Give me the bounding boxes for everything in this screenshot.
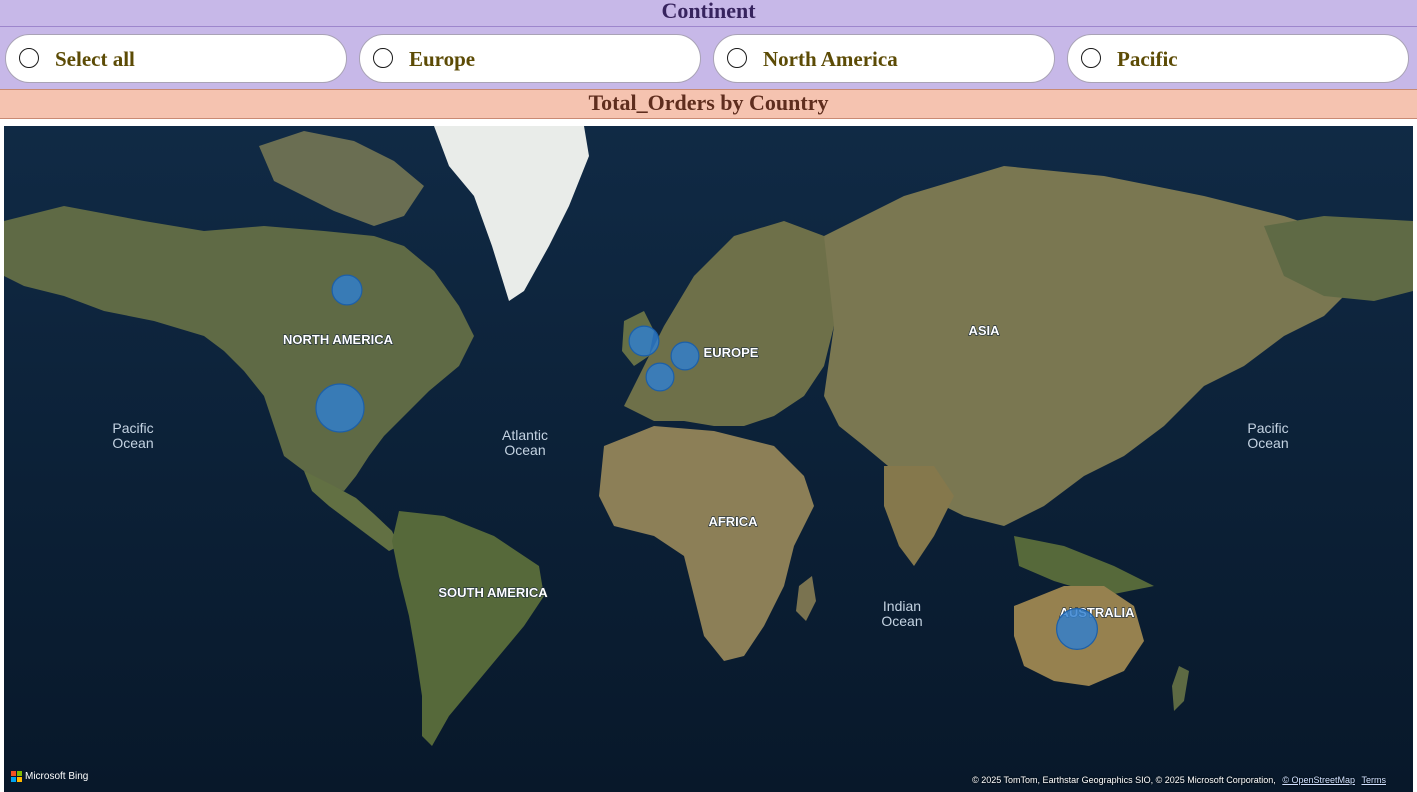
openstreetmap-link[interactable]: © OpenStreetMap (1282, 775, 1355, 785)
continent-slicer: Continent Select all Europe North Americ… (0, 0, 1417, 89)
microsoft-logo-icon (11, 770, 22, 782)
terms-link[interactable]: Terms (1362, 775, 1387, 785)
logo-text: Microsoft Bing (25, 770, 89, 782)
slicer-option-pacific[interactable]: Pacific (1067, 34, 1409, 83)
ocean-label-pacific-west: Pacific (112, 420, 153, 436)
ocean-label-atlantic: Atlantic (502, 427, 548, 443)
slicer-option-label: Europe (409, 47, 476, 71)
ocean-label-pacific-east-2: Ocean (1247, 435, 1288, 451)
region-label-europe: EUROPE (704, 345, 759, 360)
slicer-title: Continent (0, 0, 1417, 27)
region-label-north-america: NORTH AMERICA (283, 332, 394, 347)
ocean-label-indian-2: Ocean (881, 613, 922, 629)
attribution-text: © 2025 TomTom, Earthstar Geographics SIO… (972, 775, 1276, 785)
world-map[interactable]: NORTH AMERICA EUROPE ASIA AFRICA SOUTH A… (4, 126, 1413, 792)
map-visual-title: Total_Orders by Country (0, 89, 1417, 119)
slicer-option-label: Pacific (1117, 47, 1178, 71)
radio-icon[interactable] (727, 48, 747, 68)
germany-bubble[interactable] (670, 341, 700, 371)
france-bubble[interactable] (645, 362, 675, 392)
ocean-label-pacific-west-2: Ocean (112, 435, 153, 451)
united-kingdom-bubble[interactable] (628, 325, 660, 357)
canada-bubble[interactable] (331, 274, 363, 306)
united-states-bubble[interactable] (315, 383, 365, 433)
radio-icon[interactable] (373, 48, 393, 68)
ocean-label-indian: Indian (883, 598, 921, 614)
ocean-label-atlantic-2: Ocean (504, 442, 545, 458)
slicer-option-select-all[interactable]: Select all (5, 34, 347, 83)
radio-icon[interactable] (19, 48, 39, 68)
slicer-option-north-america[interactable]: North America (713, 34, 1055, 83)
australia-bubble[interactable] (1055, 608, 1098, 651)
microsoft-bing-logo: Microsoft Bing (11, 770, 88, 782)
map-canvas[interactable]: NORTH AMERICA EUROPE ASIA AFRICA SOUTH A… (4, 126, 1413, 792)
radio-icon[interactable] (1081, 48, 1101, 68)
region-label-south-america: SOUTH AMERICA (438, 585, 548, 600)
region-label-asia: ASIA (968, 323, 1000, 338)
region-label-africa: AFRICA (708, 514, 758, 529)
slicer-option-europe[interactable]: Europe (359, 34, 701, 83)
slicer-option-label: North America (763, 47, 898, 71)
ocean-label-pacific-east: Pacific (1247, 420, 1288, 436)
slicer-option-label: Select all (55, 47, 135, 71)
map-attribution: © 2025 TomTom, Earthstar Geographics SIO… (972, 775, 1386, 785)
